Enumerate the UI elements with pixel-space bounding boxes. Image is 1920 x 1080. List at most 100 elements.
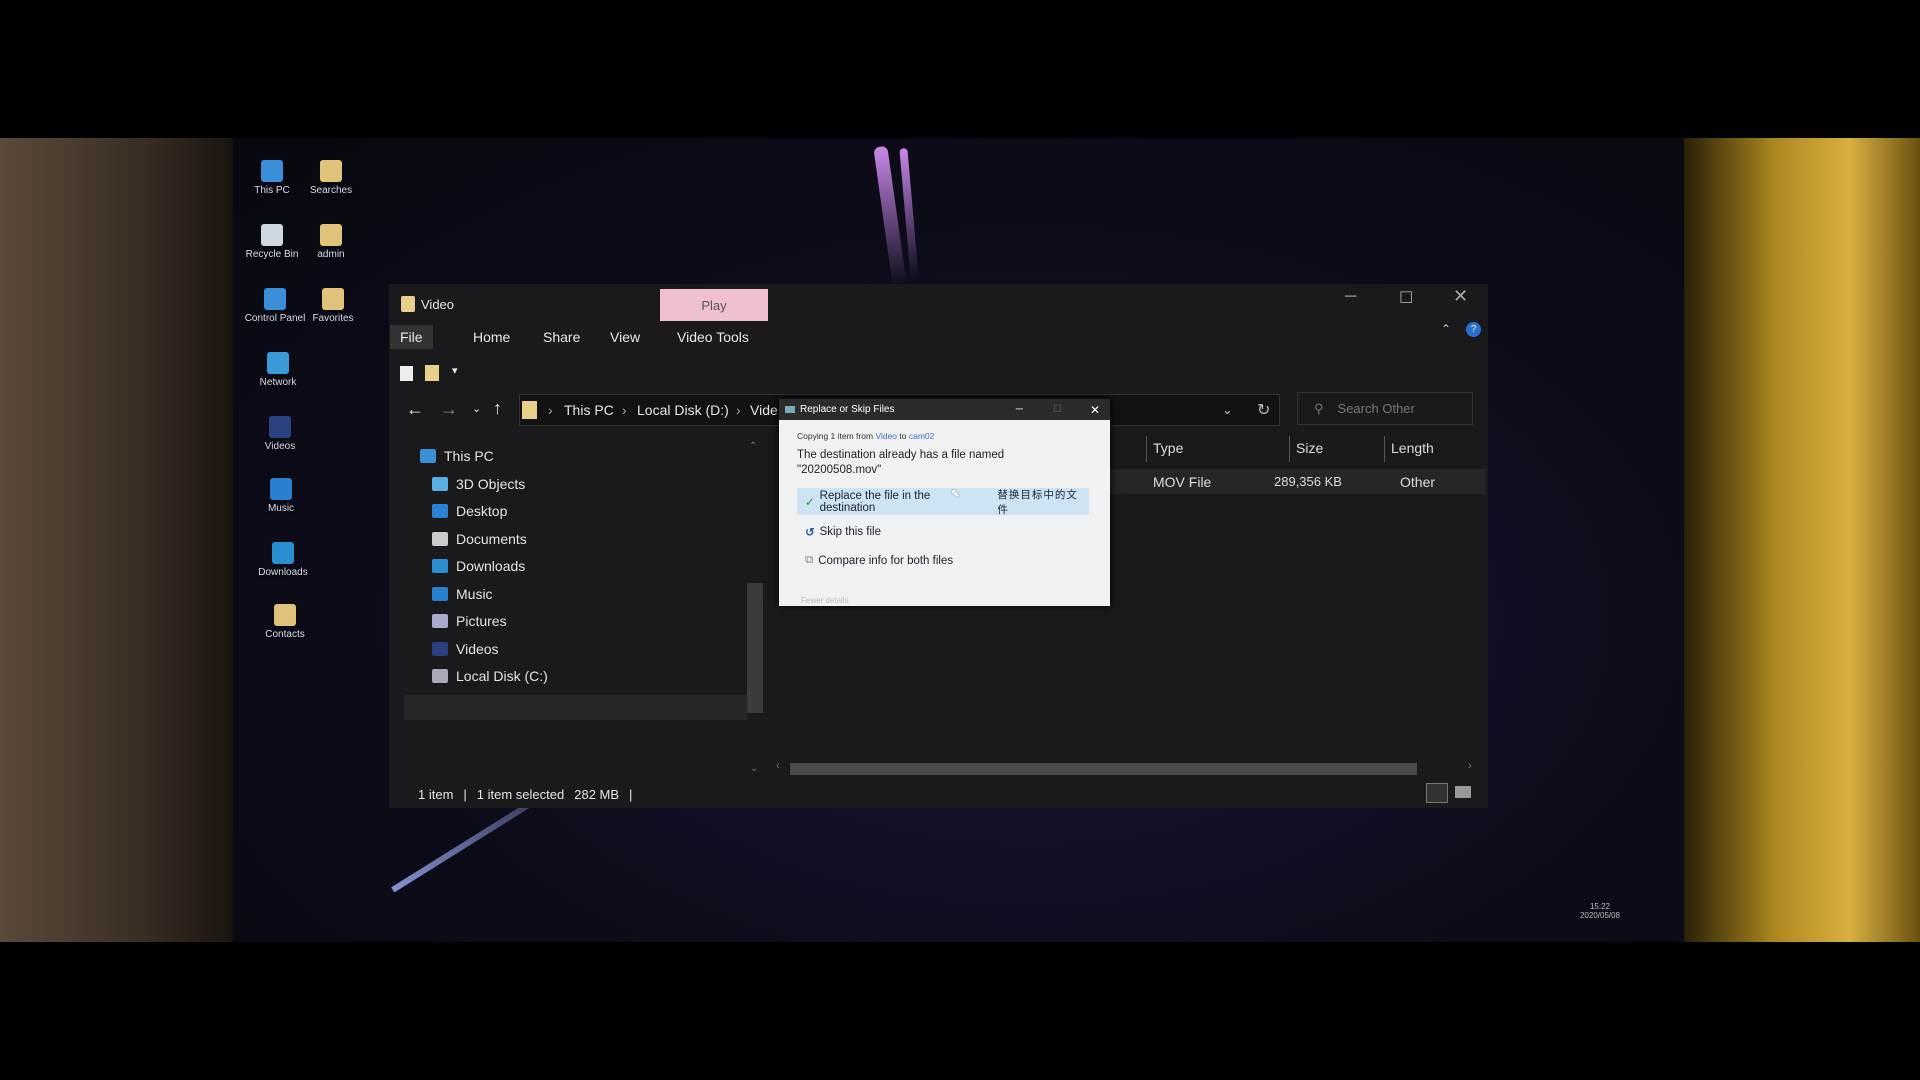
dialog-title: Replace or Skip Files xyxy=(800,404,895,415)
maximize-button[interactable]: ☐ xyxy=(1399,288,1413,308)
breadcrumb-video[interactable]: Vide xyxy=(750,402,778,418)
tree-item-label: Videos xyxy=(456,640,499,657)
tree-item-pictures[interactable]: Pictures xyxy=(432,613,507,629)
scroll-down-icon[interactable]: ⌄ xyxy=(750,763,758,774)
desktop-icon-label: Contacts xyxy=(265,629,305,640)
desktop-icon-label: Control Panel xyxy=(244,313,306,324)
tree-item-label: This PC xyxy=(444,448,494,464)
search-input[interactable]: ⚲ Search Other xyxy=(1297,392,1473,425)
dest-link[interactable]: cam02 xyxy=(909,431,935,441)
scroll-right-icon[interactable]: › xyxy=(1468,760,1472,772)
replace-annotation: 替换目标中的文件 xyxy=(997,488,1078,516)
details-view-button[interactable] xyxy=(1426,783,1448,803)
desktop-icon-downloads[interactable]: Downloads xyxy=(248,542,318,578)
column-type[interactable]: Type xyxy=(1153,440,1183,456)
desktop-icon-contacts[interactable]: Contacts xyxy=(250,604,320,640)
up-button[interactable]: ↑ xyxy=(493,398,502,419)
tree-item-this-pc[interactable]: This PC xyxy=(420,448,494,464)
desktop-icon-searches[interactable]: Searches xyxy=(296,160,366,196)
checkmark-icon: ✓ xyxy=(805,496,815,509)
tree-item-3d-objects[interactable]: 3D Objects xyxy=(432,476,525,492)
desktop-icon-admin[interactable]: admin xyxy=(296,224,366,260)
tab-home[interactable]: Home xyxy=(463,325,520,349)
column-length[interactable]: Length xyxy=(1391,440,1434,456)
nav-scrollbar[interactable] xyxy=(747,583,763,713)
computer-icon xyxy=(261,160,283,182)
desktop-icon-label: Network xyxy=(259,377,297,388)
tree-item-downloads[interactable]: Downloads xyxy=(432,558,525,574)
tree-item-label: Desktop xyxy=(456,503,508,519)
desktop-icon-label: Recycle Bin xyxy=(245,249,299,260)
tree-item-label: Documents xyxy=(456,530,527,547)
copy-icon xyxy=(785,406,795,413)
forward-button[interactable]: → xyxy=(440,399,458,420)
skip-option[interactable]: ↺ Skip this file xyxy=(797,518,1089,545)
tab-file[interactable]: File xyxy=(390,325,433,349)
desktop-icon-network[interactable]: Network xyxy=(243,352,313,388)
tree-item-icon xyxy=(432,669,448,683)
tree-item-icon xyxy=(432,504,448,518)
help-icon[interactable]: ? xyxy=(1466,322,1481,337)
large-icons-view-button[interactable] xyxy=(1455,786,1471,798)
tab-play[interactable]: Play xyxy=(660,289,768,321)
minimize-button[interactable]: ─ xyxy=(1345,288,1356,306)
cell-size: 289,356 KB xyxy=(1274,474,1342,489)
desktop-icon-music[interactable]: Music xyxy=(246,478,316,514)
scroll-left-icon[interactable]: ‹ xyxy=(776,760,780,772)
clock-time: 15:22 xyxy=(1589,902,1611,911)
desktop-icon-label: admin xyxy=(317,249,345,260)
folder-icon xyxy=(522,401,537,419)
column-size[interactable]: Size xyxy=(1296,440,1323,456)
skip-icon: ↺ xyxy=(805,526,815,539)
back-button[interactable]: ← xyxy=(406,399,424,420)
tree-item-documents[interactable]: Documents xyxy=(432,531,527,547)
recent-locations-icon[interactable]: ⌄ xyxy=(472,402,481,415)
replace-or-skip-dialog: Replace or Skip Files ─ ☐ ✕ Copying 1 it… xyxy=(779,399,1110,606)
user-folder-icon xyxy=(320,224,342,246)
replace-option[interactable]: ✓ Replace the file in the destination 替换… xyxy=(797,488,1089,516)
address-dropdown-icon[interactable]: ⌄ xyxy=(1222,402,1233,418)
collapse-ribbon-icon[interactable]: ⌃ xyxy=(1441,322,1451,336)
tree-item-label: 3D Objects xyxy=(456,475,526,492)
tab-share[interactable]: Share xyxy=(533,325,590,349)
tree-item-desktop[interactable]: Desktop xyxy=(432,503,507,519)
scroll-up-icon[interactable]: ⌃ xyxy=(749,441,757,452)
refresh-icon[interactable]: ↻ xyxy=(1257,400,1270,420)
horizontal-scrollbar[interactable] xyxy=(790,763,1417,775)
new-folder-icon[interactable] xyxy=(425,365,439,381)
copying-text: Copying 1 item from xyxy=(797,431,874,441)
desktop-icon-videos[interactable]: Videos xyxy=(245,416,315,452)
contacts-icon xyxy=(274,604,296,626)
status-size: 282 MB xyxy=(574,787,620,802)
search-icon: ⚲ xyxy=(1314,400,1324,416)
desktop-icon-favorites[interactable]: Favorites xyxy=(298,288,368,324)
tree-item-label: Downloads xyxy=(456,558,526,574)
breadcrumb-local-disk-d[interactable]: Local Disk (D:) xyxy=(637,402,729,418)
tab-video-tools[interactable]: Video Tools xyxy=(667,325,759,349)
customize-qat-icon[interactable]: ▾ xyxy=(452,364,458,377)
dialog-close-button[interactable]: ✕ xyxy=(1090,403,1100,417)
status-bar: 1 item | 1 item selected 282 MB | xyxy=(418,787,633,802)
skip-label: Skip this file xyxy=(819,525,881,538)
tree-item-local-disk-c-[interactable]: Local Disk (C:) xyxy=(432,668,548,684)
tree-item-music[interactable]: Music xyxy=(432,586,493,602)
folder-icon xyxy=(401,296,415,312)
close-button[interactable]: ✕ xyxy=(1453,286,1468,307)
tree-item-videos[interactable]: Videos xyxy=(432,641,499,657)
compare-icon: ⧉ xyxy=(805,554,814,566)
desktop-icon-label: This PC xyxy=(254,185,290,196)
search-placeholder: Search Other xyxy=(1337,401,1415,416)
properties-icon[interactable] xyxy=(400,366,413,381)
tree-item-label: Music xyxy=(456,585,493,602)
dialog-maximize-button[interactable]: ☐ xyxy=(1053,404,1062,415)
breadcrumb-this-pc[interactable]: This PC xyxy=(564,402,614,418)
background-left xyxy=(0,138,233,942)
source-link[interactable]: Video xyxy=(875,431,897,441)
taskbar-clock[interactable]: 15:22 2020/05/08 xyxy=(1575,902,1625,920)
dialog-minimize-button[interactable]: ─ xyxy=(1016,404,1023,415)
tree-selection xyxy=(404,695,747,720)
compare-option[interactable]: ⧉ Compare info for both files xyxy=(797,547,1089,574)
videos-icon xyxy=(269,416,291,438)
tab-view[interactable]: View xyxy=(600,325,650,349)
fewer-details-button[interactable]: Fewer details xyxy=(801,596,849,605)
